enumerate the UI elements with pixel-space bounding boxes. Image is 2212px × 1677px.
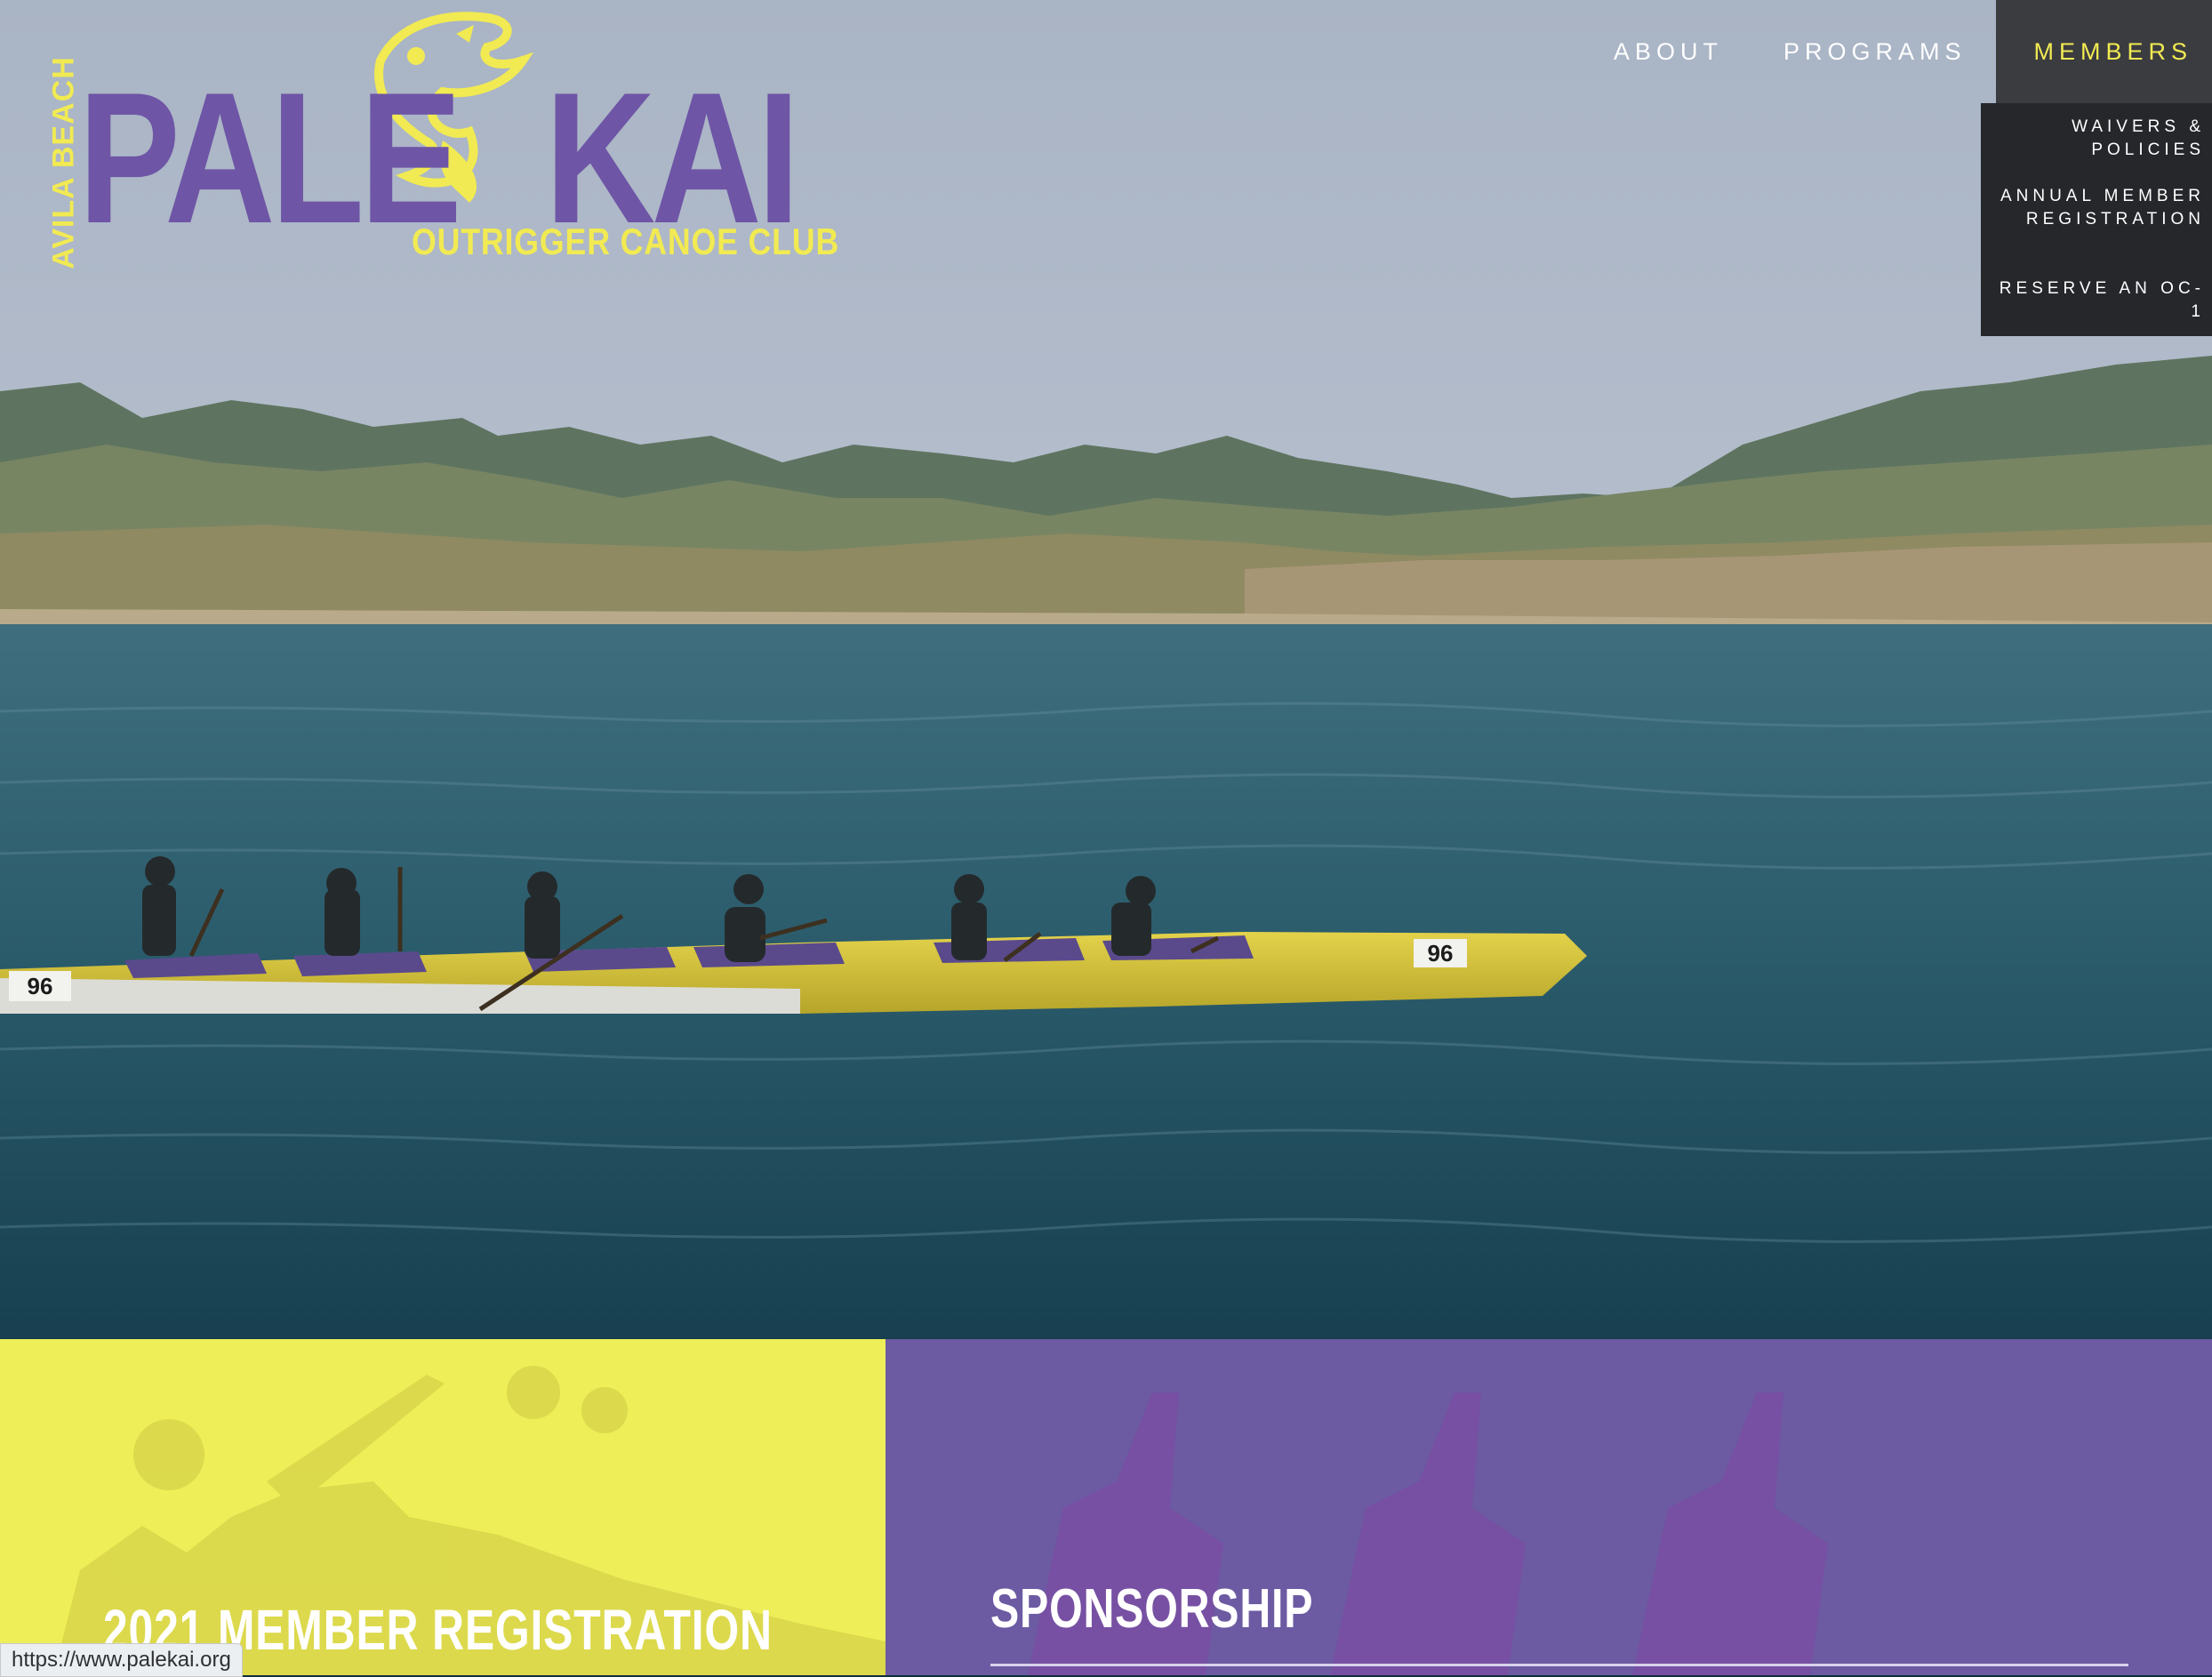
member-registration-card[interactable]: 2021 MEMBER REGISTRATION xyxy=(0,1339,886,1675)
nav-item-programs[interactable]: PROGRAMS xyxy=(1753,0,1997,103)
nav-item-about[interactable]: ABOUT xyxy=(1583,0,1753,103)
status-bar-url: https://www.palekai.org xyxy=(0,1643,243,1677)
canoe-number-front: 96 xyxy=(1428,940,1454,967)
logo-word-kai: KAI xyxy=(545,53,800,262)
canoe-number-rear: 96 xyxy=(28,973,53,999)
logo-word-pale: PALE xyxy=(78,53,462,262)
dropdown-item-annual-registration[interactable]: ANNUAL MEMBER REGISTRATION xyxy=(1992,185,2212,231)
dropdown-item-waivers[interactable]: WAIVERS & POLICIES xyxy=(1992,116,2212,162)
main-nav: ABOUT PROGRAMS MEMBERS xyxy=(1583,0,2212,103)
logo-subtitle: OUTRIGGER CANOE CLUB xyxy=(412,221,840,262)
sponsorship-title[interactable]: SPONSORSHIP xyxy=(990,1577,1313,1641)
club-logo[interactable]: AVILA BEACH PALE KAI OUTRIGGER CANOE CLU… xyxy=(25,7,838,269)
dropdown-item-reserve-oc1[interactable]: RESERVE AN OC-1 xyxy=(1992,277,2212,324)
members-dropdown: WAIVERS & POLICIES ANNUAL MEMBER REGISTR… xyxy=(1981,103,2212,336)
sponsorship-card[interactable]: SPONSORSHIP xyxy=(886,1339,2212,1675)
logo-side-text: AVILA BEACH xyxy=(46,56,81,269)
sponsorship-divider xyxy=(990,1664,2128,1666)
nav-item-members[interactable]: MEMBERS xyxy=(1996,0,2212,103)
